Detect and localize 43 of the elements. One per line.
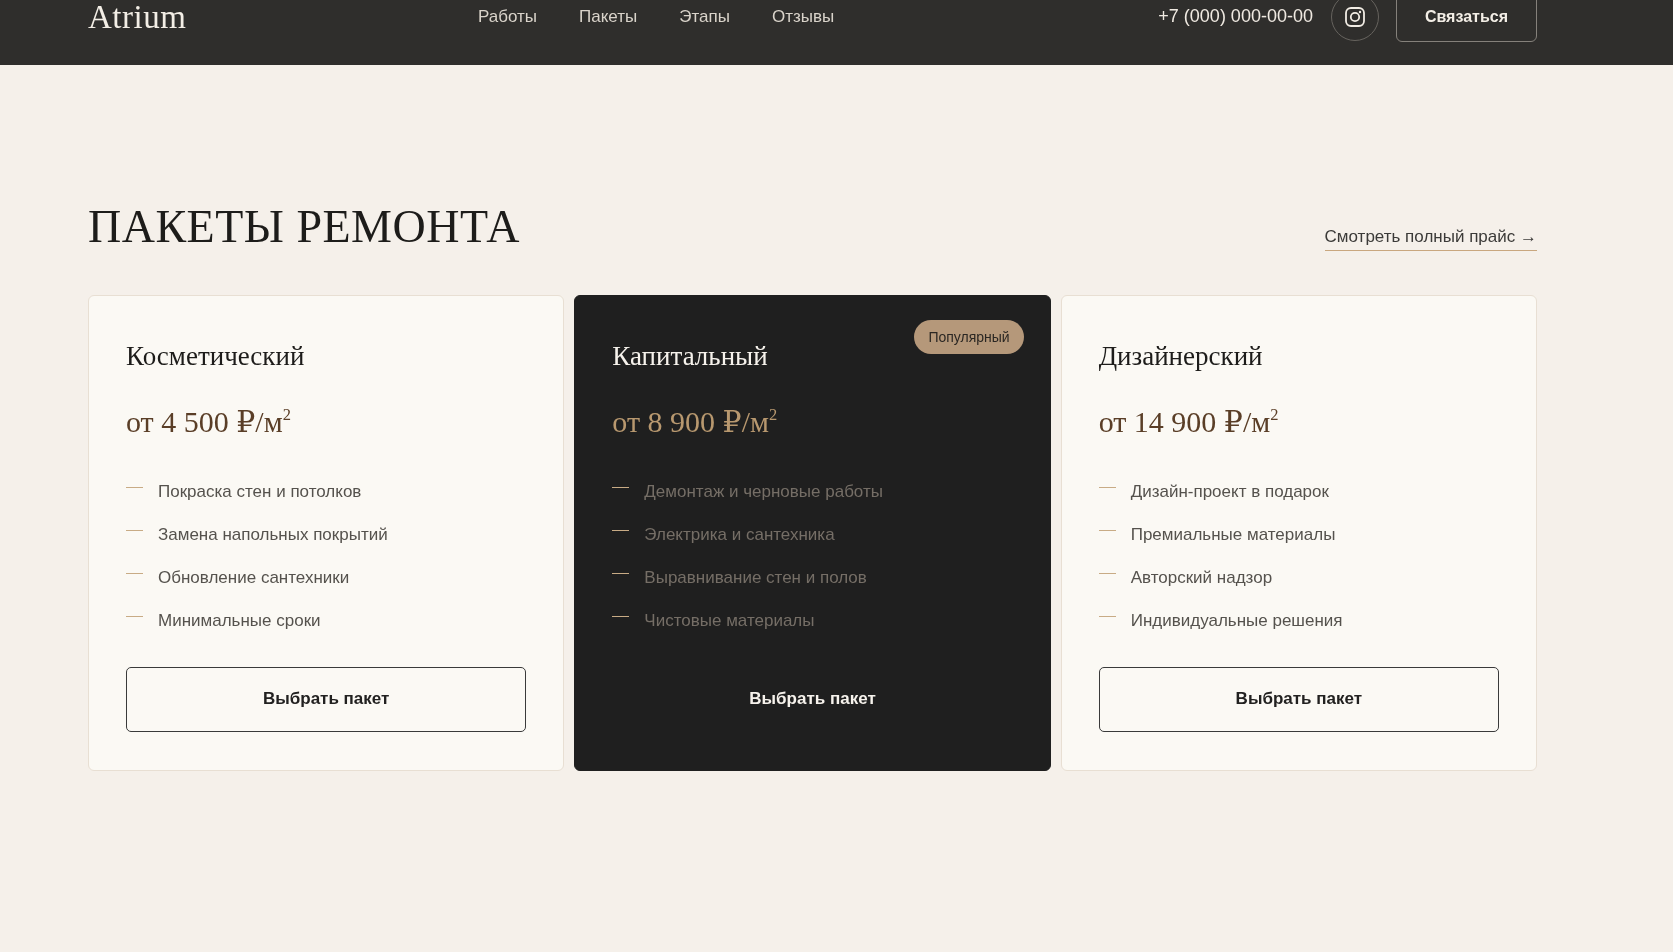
feature-text: Авторский надзор xyxy=(1130,566,1273,589)
nav-link[interactable]: Этапы xyxy=(679,6,730,28)
package-title: Дизайнерский xyxy=(1098,339,1263,373)
dash-icon xyxy=(612,572,630,574)
feature-text: Обновление сантехники xyxy=(158,566,350,589)
package-price: от 14 900 ₽/м$^{2}$ xyxy=(1098,403,1279,440)
popular-badge: Популярный xyxy=(914,319,1024,354)
dash-icon xyxy=(126,486,143,488)
dash-icon xyxy=(612,615,630,617)
camera-icon xyxy=(1344,7,1365,27)
feature-text: Индивидуальные решения xyxy=(1130,609,1343,632)
choose-package-button[interactable]: Выбрать пакет xyxy=(126,666,527,732)
feature-text: Электрика и сантехника xyxy=(644,523,835,546)
feature-text: Премиальные материалы xyxy=(1130,523,1336,546)
contact-button[interactable]: Связаться xyxy=(1395,0,1537,42)
dash-icon xyxy=(612,486,630,488)
package-title: Косметический xyxy=(126,339,305,373)
dash-icon xyxy=(1098,615,1116,617)
price-link[interactable]: Смотреть полный прайс → xyxy=(1324,227,1537,252)
feature-text: Чистовые материалы xyxy=(644,609,815,632)
feature-text: Минимальные сроки xyxy=(158,609,321,632)
phone-link[interactable]: +7 (000) 000-00-00 xyxy=(1158,6,1313,28)
choose-package-button[interactable]: Выбрать пакет xyxy=(1098,666,1499,732)
feature-text: Демонтаж и черновые работы xyxy=(644,480,883,503)
feature-text: Замена напольных покрытий xyxy=(158,523,388,546)
dash-icon xyxy=(126,572,143,574)
package-title: Капитальный xyxy=(612,339,768,373)
dash-icon xyxy=(126,529,143,531)
package-price: от 8 900 ₽/м$^{2}$ xyxy=(612,403,778,440)
dash-icon xyxy=(1098,486,1116,488)
feature-text: Выравнивание стен и полов xyxy=(644,566,867,589)
section-title: ПАКЕТЫ РЕМОНТА xyxy=(88,202,520,253)
nav-link[interactable]: Отзывы xyxy=(771,6,835,28)
feature-text: Покраска стен и потолков xyxy=(158,480,362,503)
nav-link[interactable]: Работы xyxy=(478,6,538,28)
dash-icon xyxy=(1098,529,1116,531)
logo[interactable]: Atrium xyxy=(88,0,187,34)
dash-icon xyxy=(1098,572,1116,574)
package-price: от 4 500 ₽/м$^{2}$ xyxy=(126,403,291,440)
nav-link[interactable]: Пакеты xyxy=(579,6,638,28)
dash-icon xyxy=(612,529,630,531)
feature-text: Дизайн-проект в подарок xyxy=(1130,480,1329,503)
dash-icon xyxy=(126,615,143,617)
